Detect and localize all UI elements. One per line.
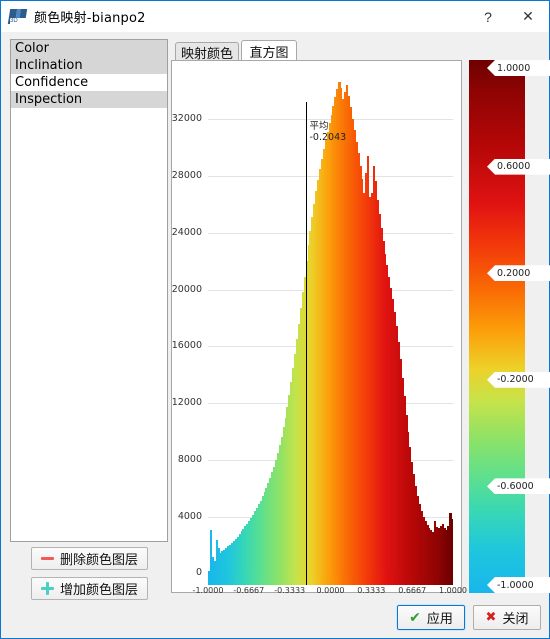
plus-icon <box>40 582 54 595</box>
y-axis-tick-label: 20000 <box>171 283 202 295</box>
color-scale-tag[interactable]: -0.2000 <box>487 371 550 388</box>
histogram-bars <box>208 69 453 574</box>
x-axis-tick-label: -0.3333 <box>274 586 306 595</box>
y-axis-tick-label: 24000 <box>171 226 202 238</box>
mean-annotation: 平均 -0.2043 <box>310 121 347 143</box>
tab-strip: 映射颜色 直方图 <box>171 40 462 62</box>
mean-label: 平均 <box>309 121 329 132</box>
add-color-layer-label: 增加颜色图层 <box>59 583 138 598</box>
y-axis-tick-label: 12000 <box>171 397 202 409</box>
color-scale-tag[interactable]: -1.0000 <box>487 577 550 593</box>
y-axis-tick-label: 16000 <box>171 340 202 352</box>
mean-value: -0.2043 <box>309 132 347 143</box>
apply-label: 应用 <box>426 612 453 627</box>
y-axis-tick-label: 28000 <box>171 169 202 181</box>
list-item-label: Color <box>15 41 49 56</box>
delete-color-layer-button[interactable]: 删除颜色图层 <box>31 547 148 570</box>
color-scale-tag[interactable]: 0.2000 <box>487 265 550 282</box>
tab-label: 直方图 <box>249 45 289 61</box>
x-axis-tick-label: 0.0000 <box>316 586 345 595</box>
tab-histogram[interactable]: 直方图 <box>241 40 297 61</box>
list-item[interactable]: Color <box>11 40 167 57</box>
delete-color-layer-label: 删除颜色图层 <box>59 553 138 568</box>
x-axis-tick-label: 1.0000 <box>439 586 467 595</box>
color-scale-tag[interactable]: 0.6000 <box>487 158 550 175</box>
check-icon: ✔ <box>409 609 421 626</box>
histogram-bar <box>451 518 453 574</box>
color-layer-list[interactable]: Color Inclination Confidence Inspection <box>10 39 168 542</box>
help-button[interactable]: ? <box>469 1 507 32</box>
x-axis-tick-label: -1.0000 <box>192 586 224 595</box>
y-axis-tick-label: 8000 <box>177 454 202 466</box>
histogram-plot: 平均 -0.2043 <box>208 69 453 574</box>
close-button[interactable]: ✖ 关闭 <box>473 605 541 630</box>
tab-mapping-color[interactable]: 映射颜色 <box>175 42 239 62</box>
x-axis-tick-label: 0.3333 <box>357 586 386 595</box>
y-axis-tick-label: 4000 <box>177 511 202 523</box>
title-bar-buttons: ? ✕ <box>469 1 549 32</box>
color-strip-segment <box>451 574 453 585</box>
app-3d-icon: 3D <box>7 8 28 26</box>
list-item[interactable]: Inclination <box>11 57 167 74</box>
color-scale-tag[interactable]: -0.6000 <box>487 478 550 495</box>
x-axis-ticks: -1.0000 -0.6667 -0.3333 0.0000 0.3333 0.6667 1… <box>193 586 467 598</box>
list-item[interactable]: Confidence <box>11 74 167 91</box>
x-axis-color-strip <box>208 574 453 585</box>
color-scale[interactable]: 1.0000 0.6000 0.2000 -0.2000 -0.6000 -1.0000 <box>469 60 550 593</box>
x-axis-tick-label: 0.6667 <box>398 586 427 595</box>
list-item-label: Inspection <box>15 92 83 107</box>
color-mapping-dialog: 3D 颜色映射-bianpo2 ? ✕ Color Inclination Co… <box>0 0 550 639</box>
window-title: 颜色映射-bianpo2 <box>34 11 146 26</box>
mean-marker <box>305 574 308 585</box>
y-axis-tick-label: 0 <box>195 567 202 578</box>
add-color-layer-button[interactable]: 增加颜色图层 <box>31 577 148 600</box>
histogram-panel: 平均 -0.2043 4000 8000 12000 16000 20000 24000 2… <box>171 60 467 595</box>
close-label: 关闭 <box>502 612 529 627</box>
mean-line <box>305 101 308 574</box>
minus-icon <box>40 552 54 565</box>
title-bar: 3D 颜色映射-bianpo2 ? ✕ <box>1 1 549 32</box>
tab-label: 映射颜色 <box>180 46 233 62</box>
x-axis-tick-label: -0.6667 <box>233 586 265 595</box>
color-scale-tag[interactable]: 1.0000 <box>487 60 550 76</box>
y-axis-tick-label: 32000 <box>171 112 202 124</box>
cross-icon: ✖ <box>485 610 497 625</box>
list-item-label: Confidence <box>15 75 89 90</box>
color-gradient <box>469 60 525 593</box>
list-item[interactable]: Inspection <box>11 91 167 108</box>
close-icon[interactable]: ✕ <box>507 1 549 32</box>
apply-button[interactable]: ✔ 应用 <box>396 604 466 631</box>
list-item-label: Inclination <box>15 58 83 73</box>
